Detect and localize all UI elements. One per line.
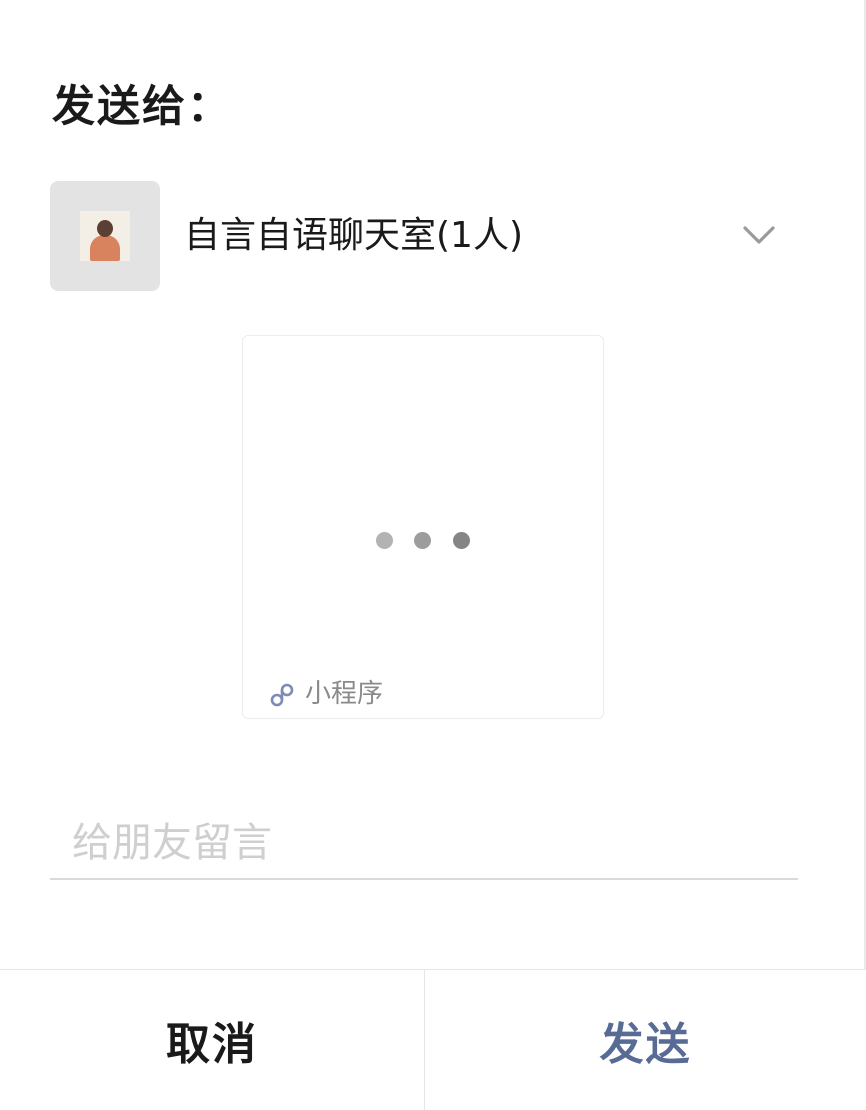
avatar bbox=[50, 181, 160, 291]
message-input[interactable] bbox=[50, 808, 798, 880]
avatar-person-body bbox=[90, 235, 120, 261]
recipient-selector[interactable]: 自言自语聊天室(1人) bbox=[50, 181, 800, 291]
action-bar: 取消 发送 bbox=[0, 969, 866, 1110]
send-button[interactable]: 发送 bbox=[425, 970, 866, 1110]
loading-dots-icon bbox=[243, 532, 603, 550]
loading-dot bbox=[376, 532, 393, 549]
mini-program-card[interactable]: 小程序 bbox=[242, 335, 604, 719]
mini-program-label: 小程序 bbox=[305, 679, 384, 709]
loading-dot bbox=[414, 532, 431, 549]
avatar-photo bbox=[80, 211, 130, 261]
dialog-title: 发送给： bbox=[52, 82, 232, 132]
avatar-person-head bbox=[97, 220, 113, 237]
chevron-down-icon[interactable] bbox=[742, 223, 776, 247]
cancel-button[interactable]: 取消 bbox=[0, 970, 425, 1110]
share-dialog: 发送给： 自言自语聊天室(1人) 小程序 取消 bbox=[0, 0, 866, 1110]
loading-dot bbox=[453, 532, 470, 549]
mini-program-link-icon bbox=[270, 683, 294, 707]
recipient-name: 自言自语聊天室(1人) bbox=[184, 215, 523, 256]
